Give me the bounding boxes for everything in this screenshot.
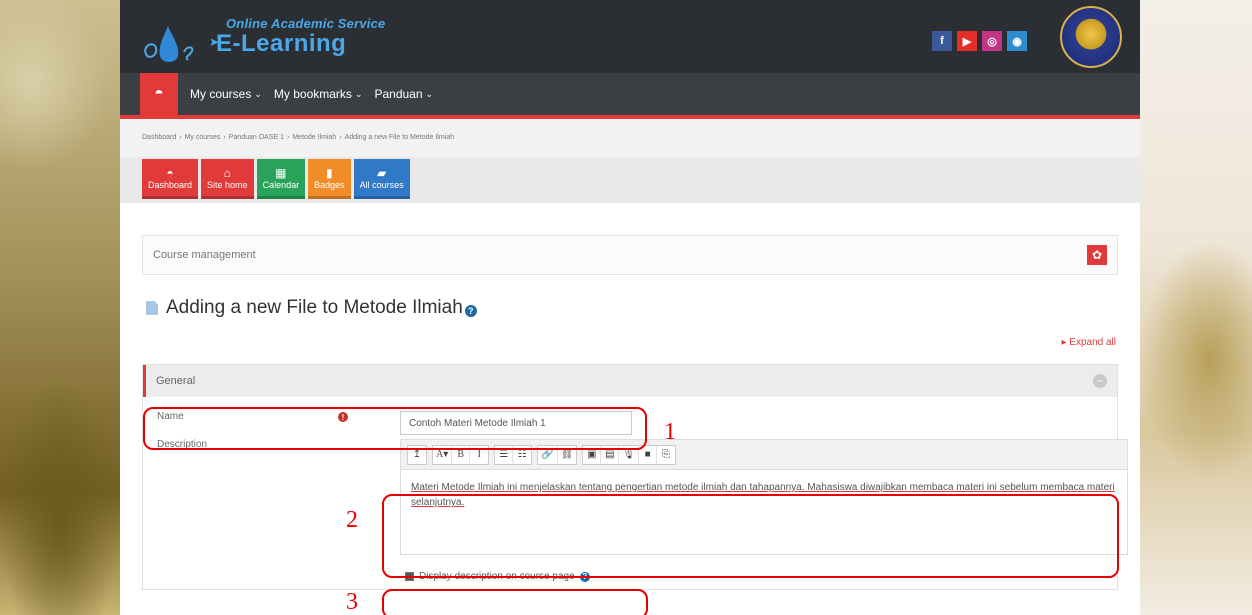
- nav-item-label: My courses: [190, 87, 252, 101]
- breadcrumb-separator: ›: [339, 134, 342, 141]
- badge-icon: ▮: [326, 165, 333, 180]
- collapse-icon[interactable]: –: [1093, 374, 1107, 388]
- youtube-icon[interactable]: ▶: [957, 31, 977, 51]
- chevron-down-icon: ⌄: [354, 88, 363, 99]
- logo-title[interactable]: E-Learning: [216, 30, 346, 58]
- tile-label: All courses: [359, 179, 404, 190]
- tile-label: Calendar: [262, 179, 300, 190]
- annotation-number-2: 2: [346, 507, 358, 533]
- tile-all-courses[interactable]: ▰ All courses: [353, 159, 410, 199]
- dashboard-icon[interactable]: ◓: [140, 73, 178, 115]
- home-icon: ⌂: [223, 165, 231, 180]
- site-header: Online Academic Service ➤ E-Learning f ▶ ◎…: [120, 0, 1140, 73]
- breadcrumb: Dashboard › My courses › Panduan OASE 1 › Meto…: [120, 119, 1140, 157]
- nav-item-label: My bookmarks: [273, 87, 352, 101]
- annotation-box-1: [143, 407, 647, 450]
- gear-icon[interactable]: ✿: [1087, 245, 1107, 265]
- social-links: f ▶ ◎ ◉: [932, 31, 1027, 51]
- breadcrumb-item[interactable]: Metode Ilmiah: [292, 134, 336, 141]
- courses-icon: ▰: [377, 165, 387, 180]
- chevron-down-icon: ⌄: [254, 88, 262, 99]
- tile-dashboard[interactable]: ◓ Dashboard: [142, 159, 199, 199]
- nav-item-my-bookmarks[interactable]: My bookmarks ⌄: [274, 87, 363, 101]
- breadcrumb-separator: ›: [223, 134, 226, 141]
- expand-all-link[interactable]: ▸ Expand all: [142, 337, 1118, 348]
- breadcrumb-item[interactable]: Panduan OASE 1: [229, 134, 284, 141]
- tile-label: Dashboard: [148, 179, 193, 190]
- file-icon: [146, 301, 158, 315]
- toolbar-button[interactable]: ⎘: [657, 446, 675, 464]
- annotation-number-1: 1: [664, 419, 676, 445]
- tile-site-home[interactable]: ⌂ Site home: [201, 159, 254, 199]
- breadcrumb-item[interactable]: Adding a new File to Metode Ilmiah: [345, 134, 454, 141]
- general-header[interactable]: General –: [143, 365, 1117, 397]
- facebook-icon[interactable]: f: [932, 31, 952, 51]
- breadcrumb-item[interactable]: My courses: [185, 134, 221, 141]
- logo-tagline: Online Academic Service: [226, 16, 386, 31]
- nav-item-my-courses[interactable]: My courses ⌄: [190, 87, 262, 101]
- course-management-label: Course management: [153, 249, 256, 261]
- expand-all-label: Expand all: [1069, 337, 1116, 348]
- page-title-text: Adding a new File to Metode Ilmiah: [166, 297, 463, 318]
- page-title: Adding a new File to Metode Ilmiah ?: [142, 297, 1118, 319]
- annotation-box-2: [382, 494, 1119, 578]
- annotation-number-3: 3: [346, 589, 358, 615]
- university-emblem-icon[interactable]: [1060, 6, 1122, 68]
- web-icon[interactable]: ◉: [1007, 31, 1027, 51]
- calendar-icon: ▦: [275, 165, 287, 180]
- tile-calendar[interactable]: ▦ Calendar: [256, 159, 306, 199]
- chevron-down-icon: ⌄: [425, 88, 434, 99]
- tile-label: Badges: [314, 179, 345, 190]
- instagram-icon[interactable]: ◎: [982, 31, 1002, 51]
- general-heading: General: [156, 375, 196, 387]
- main-nav: ◓ My courses ⌄ My bookmarks ⌄ Panduan ⌄: [120, 73, 1140, 119]
- breadcrumb-item[interactable]: Dashboard: [142, 134, 176, 141]
- quick-links: ◓ Dashboard ⌂ Site home ▦ Calendar ▮ Badges ▰ All…: [120, 157, 1140, 203]
- logo-icon[interactable]: [140, 18, 210, 64]
- dashboard-icon: ◓: [166, 165, 174, 180]
- nav-item-label: Panduan: [374, 87, 423, 101]
- nav-item-panduan[interactable]: Panduan ⌄: [374, 87, 433, 101]
- breadcrumb-separator: ›: [287, 134, 290, 141]
- help-icon[interactable]: ?: [464, 304, 477, 317]
- background-left: [0, 0, 120, 615]
- tile-label: Site home: [207, 179, 248, 190]
- annotation-box-3: [382, 589, 648, 615]
- breadcrumb-separator: ›: [179, 134, 182, 141]
- course-management-bar: Course management ✿: [142, 235, 1118, 275]
- tile-badges[interactable]: ▮ Badges: [308, 159, 351, 199]
- background-right: [1140, 0, 1252, 615]
